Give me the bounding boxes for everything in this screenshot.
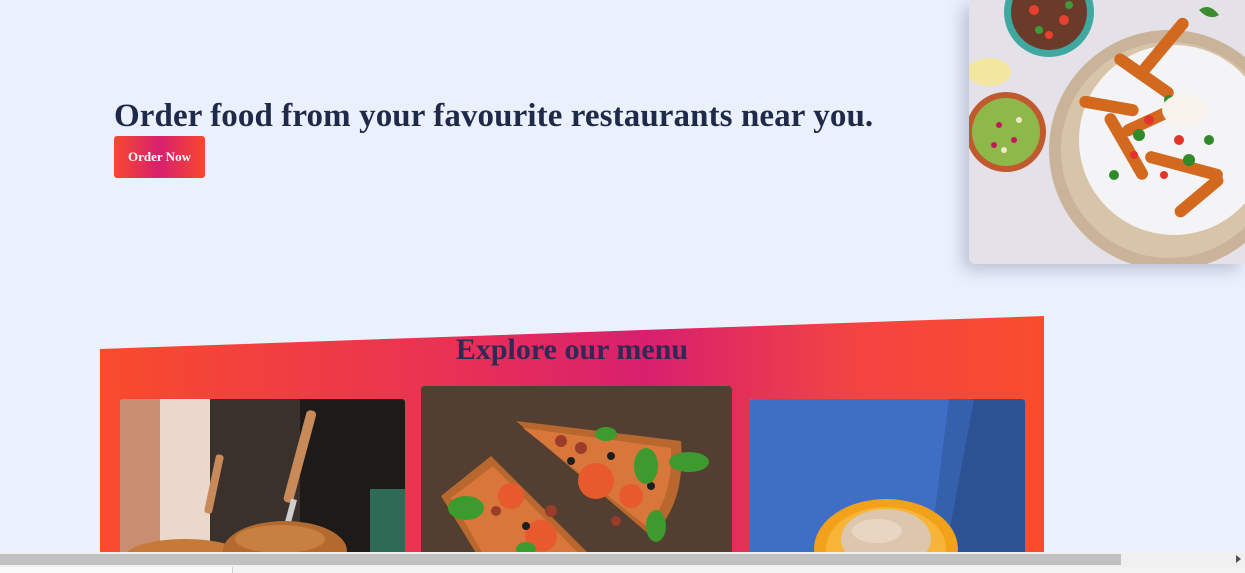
status-segment	[0, 567, 233, 573]
browser-bottom-strip	[0, 567, 1245, 573]
order-now-button[interactable]: Order Now	[114, 136, 205, 178]
hero-food-image	[969, 0, 1245, 264]
menu-card-pizza[interactable]	[421, 386, 732, 561]
landing-page: Order food from your favourite restauran…	[0, 0, 1245, 573]
menu-card-burger[interactable]	[120, 399, 405, 559]
menu-title: Explore our menu	[455, 333, 689, 366]
scrollbar-thumb[interactable]	[0, 554, 1121, 565]
menu-card-ice-cream[interactable]	[749, 399, 1025, 559]
scroll-right-arrow-icon[interactable]	[1236, 555, 1241, 563]
hero-title: Order food from your favourite restauran…	[114, 98, 874, 134]
horizontal-scrollbar[interactable]	[0, 552, 1245, 567]
